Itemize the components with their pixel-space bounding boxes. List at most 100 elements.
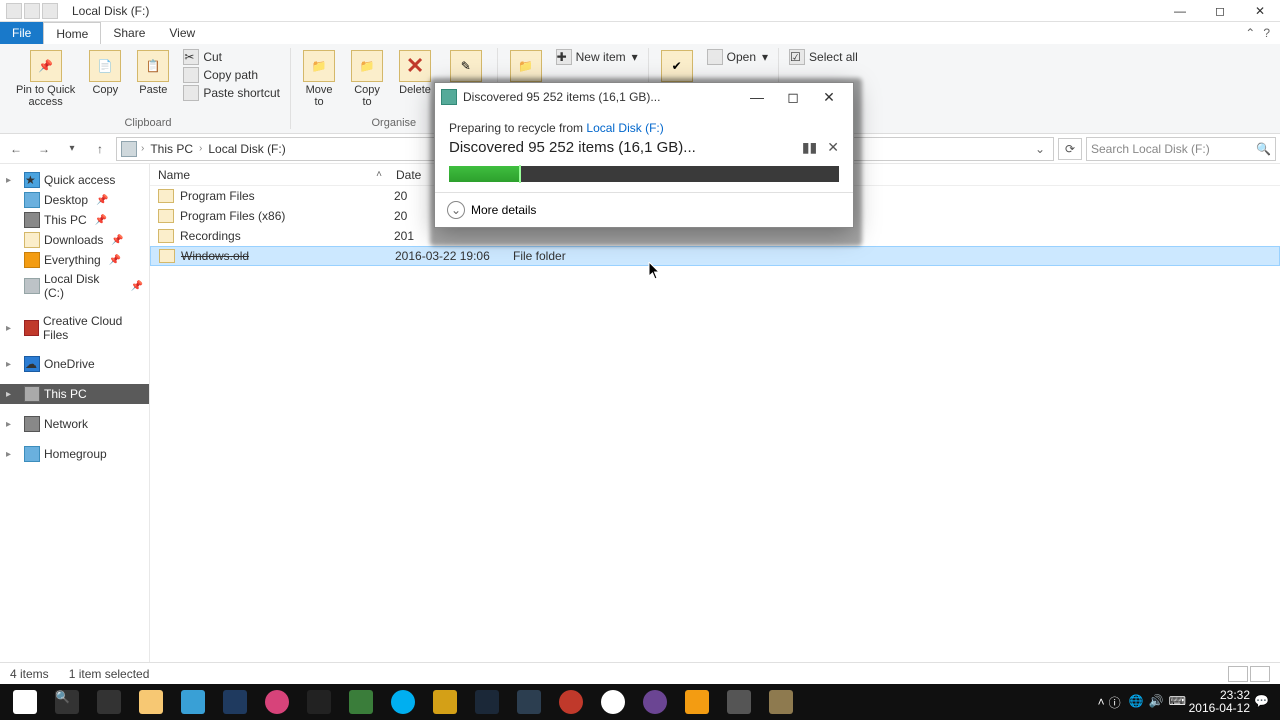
taskbar-app[interactable] bbox=[130, 686, 172, 718]
tree-this-pc[interactable]: This PC bbox=[0, 210, 149, 230]
group-label-clipboard: Clipboard bbox=[124, 117, 171, 129]
progress-cursor bbox=[519, 165, 521, 183]
tree-onedrive[interactable]: ▸☁OneDrive bbox=[0, 354, 149, 374]
view-details-button[interactable] bbox=[1228, 666, 1248, 682]
dialog-minimize-button[interactable]: — bbox=[739, 85, 775, 109]
tab-share[interactable]: Share bbox=[101, 22, 157, 44]
breadcrumb-root[interactable]: This PC bbox=[148, 142, 195, 156]
taskbar-app[interactable] bbox=[424, 686, 466, 718]
cut-button[interactable]: ✂Cut bbox=[179, 48, 284, 66]
nav-forward-button[interactable]: → bbox=[32, 137, 56, 161]
pin-to-quick-access-button[interactable]: 📌Pin to Quick access bbox=[12, 48, 79, 110]
file-type: File folder bbox=[513, 249, 653, 263]
taskbar-search[interactable]: 🔍 bbox=[46, 686, 88, 718]
ribbon-toggle[interactable]: ⌃ ? bbox=[1235, 22, 1280, 44]
nav-up-button[interactable]: ↑ bbox=[88, 137, 112, 161]
taskbar-clock[interactable]: 23:32 2016-04-12 bbox=[1189, 689, 1250, 715]
taskbar-app[interactable] bbox=[298, 686, 340, 718]
dialog-source-link[interactable]: Local Disk (F:) bbox=[586, 121, 663, 135]
nav-recent-button[interactable]: ▾ bbox=[60, 137, 84, 161]
qat-icon-1[interactable] bbox=[24, 3, 40, 19]
view-icons-button[interactable] bbox=[1250, 666, 1270, 682]
taskbar-app[interactable] bbox=[592, 686, 634, 718]
new-item-button[interactable]: ✚New item▾ bbox=[552, 48, 642, 66]
taskbar-app[interactable] bbox=[466, 686, 508, 718]
address-dropdown[interactable]: ⌄ bbox=[1031, 142, 1049, 156]
breadcrumb-leaf[interactable]: Local Disk (F:) bbox=[206, 142, 287, 156]
copy-path-button[interactable]: Copy path bbox=[179, 66, 284, 84]
taskbar-app[interactable] bbox=[550, 686, 592, 718]
tree-label: Desktop bbox=[44, 193, 88, 207]
minimize-button[interactable]: — bbox=[1160, 0, 1200, 22]
more-details-button[interactable]: More details bbox=[471, 203, 536, 217]
dialog-close-button[interactable]: ✕ bbox=[811, 85, 847, 109]
tree-everything[interactable]: Everything bbox=[0, 250, 149, 270]
tray-chevron-icon[interactable]: ˄ bbox=[1098, 695, 1105, 709]
tab-home[interactable]: Home bbox=[43, 22, 101, 44]
tree-label: Network bbox=[44, 417, 88, 431]
notifications-icon[interactable]: 💬 bbox=[1254, 694, 1270, 710]
qat-icon-2[interactable] bbox=[42, 3, 58, 19]
taskbar-app[interactable] bbox=[718, 686, 760, 718]
refresh-button[interactable]: ⟳ bbox=[1058, 138, 1082, 160]
tree-label: Local Disk (C:) bbox=[44, 272, 123, 300]
tree-downloads[interactable]: Downloads bbox=[0, 230, 149, 250]
open-label: Open bbox=[727, 50, 756, 64]
file-name: Recordings bbox=[180, 229, 394, 243]
tree-label: Everything bbox=[44, 253, 101, 267]
task-view-button[interactable] bbox=[88, 686, 130, 718]
tray-icon[interactable]: ⓘ bbox=[1109, 694, 1125, 710]
menubar: File Home Share View ⌃ ? bbox=[0, 22, 1280, 44]
taskbar-app[interactable] bbox=[508, 686, 550, 718]
dialog-maximize-button[interactable]: ◻ bbox=[775, 85, 811, 109]
cancel-button[interactable]: ✕ bbox=[827, 139, 839, 156]
chevron-down-icon[interactable]: ⌄ bbox=[447, 201, 465, 219]
tab-view[interactable]: View bbox=[157, 22, 207, 44]
taskbar-app[interactable] bbox=[340, 686, 382, 718]
nav-back-button[interactable]: ← bbox=[4, 137, 28, 161]
taskbar-app[interactable] bbox=[172, 686, 214, 718]
copy-to-button[interactable]: 📁Copy to bbox=[345, 48, 389, 110]
tray-network-icon[interactable]: 🌐 bbox=[1129, 694, 1145, 710]
paste-button[interactable]: 📋Paste bbox=[131, 48, 175, 98]
copy-button[interactable]: 📄Copy bbox=[83, 48, 127, 98]
tray-language-icon[interactable]: ⌨ bbox=[1169, 694, 1185, 710]
file-name: Windows.old bbox=[181, 249, 395, 263]
taskbar-app[interactable] bbox=[214, 686, 256, 718]
taskbar-app[interactable] bbox=[634, 686, 676, 718]
maximize-button[interactable]: ◻ bbox=[1200, 0, 1240, 22]
delete-progress-dialog: Discovered 95 252 items (16,1 GB)... — ◻… bbox=[434, 82, 854, 228]
taskbar-app[interactable] bbox=[760, 686, 802, 718]
tree-local-disk-c[interactable]: Local Disk (C:) bbox=[0, 270, 149, 302]
drive-icon bbox=[6, 3, 22, 19]
taskbar-app[interactable] bbox=[676, 686, 718, 718]
progress-fill bbox=[449, 166, 519, 182]
tree-network[interactable]: ▸Network bbox=[0, 414, 149, 434]
move-to-button[interactable]: 📁Move to bbox=[297, 48, 341, 110]
tree-label: Quick access bbox=[44, 173, 115, 187]
tree-this-pc-selected[interactable]: ▸This PC bbox=[0, 384, 149, 404]
tree-quick-access[interactable]: ▸★Quick access bbox=[0, 170, 149, 190]
taskbar-app[interactable] bbox=[382, 686, 424, 718]
search-input[interactable]: Search Local Disk (F:) 🔍 bbox=[1086, 137, 1276, 161]
column-name[interactable]: Name˄ bbox=[150, 168, 388, 182]
open-button[interactable]: Open▾ bbox=[703, 48, 772, 66]
taskbar-app[interactable] bbox=[256, 686, 298, 718]
tree-desktop[interactable]: Desktop bbox=[0, 190, 149, 210]
select-all-button[interactable]: ☑Select all bbox=[785, 48, 862, 66]
close-button[interactable]: ✕ bbox=[1240, 0, 1280, 22]
tree-creative-cloud[interactable]: ▸Creative Cloud Files bbox=[0, 312, 149, 344]
tree-label: Homegroup bbox=[44, 447, 107, 461]
copy-path-label: Copy path bbox=[203, 68, 258, 82]
tab-file[interactable]: File bbox=[0, 22, 43, 44]
folder-icon bbox=[158, 189, 174, 203]
taskbar: 🔍 ˄ ⓘ 🌐 🔊 ⌨ 23:32 2016-04-12 💬 bbox=[0, 684, 1280, 720]
file-name: Program Files bbox=[180, 189, 394, 203]
paste-shortcut-button[interactable]: Paste shortcut bbox=[179, 84, 284, 102]
pause-button[interactable]: ▮▮ bbox=[802, 139, 817, 156]
file-row-selected[interactable]: Windows.old 2016-03-22 19:06 File folder bbox=[150, 246, 1280, 266]
tree-homegroup[interactable]: ▸Homegroup bbox=[0, 444, 149, 464]
start-button[interactable] bbox=[4, 686, 46, 718]
tray-volume-icon[interactable]: 🔊 bbox=[1149, 694, 1165, 710]
tree-label: This PC bbox=[44, 387, 87, 401]
